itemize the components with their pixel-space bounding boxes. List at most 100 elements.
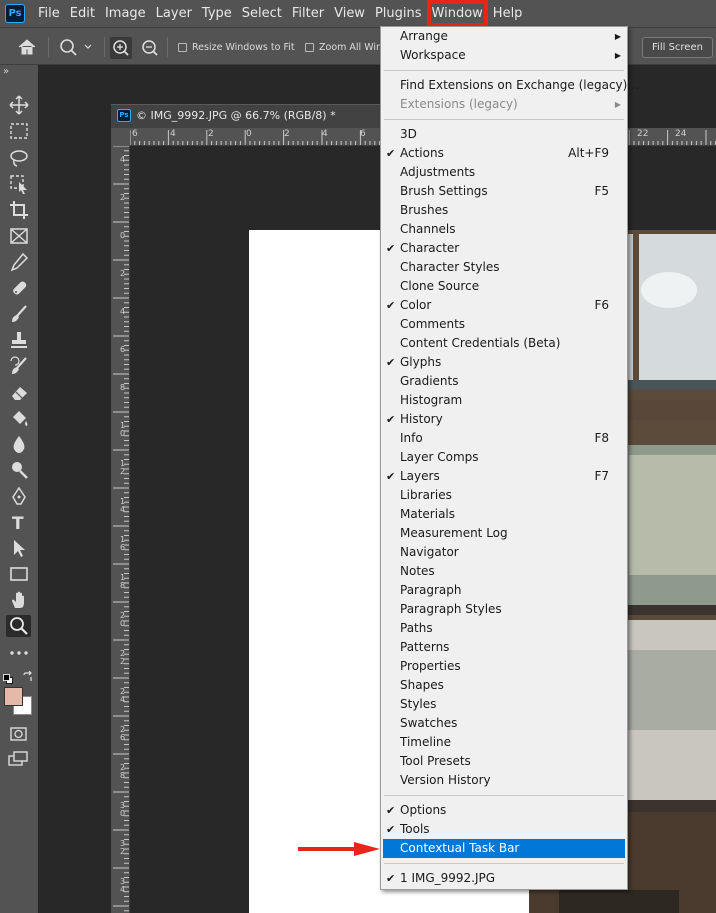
ruler-label: 3 0	[120, 801, 126, 818]
more-tool-icon[interactable]	[6, 642, 31, 664]
swap-colors-icon[interactable]	[22, 668, 34, 681]
menu-item-label: Options	[400, 803, 447, 817]
menu-item-layer-comps[interactable]: Layer Comps	[381, 448, 627, 467]
vertical-ruler[interactable]: 4 2 0 2 4 6 8 1 0 1 2 1 4 1 6 1 8 2 0 2 2 2 4 2 6 2 8 3 0…	[111, 146, 130, 913]
screen-mode-icon[interactable]	[7, 750, 31, 768]
menu-item-label: Channels	[400, 222, 456, 236]
menu-select[interactable]: Select	[237, 0, 287, 27]
menu-item-timeline[interactable]: Timeline	[381, 733, 627, 752]
menu-item-character-styles[interactable]: Character Styles	[381, 258, 627, 277]
menu-type[interactable]: Type	[197, 0, 237, 27]
paint-bucket-tool-icon[interactable]	[6, 407, 31, 429]
menu-item-color[interactable]: ✔ Color F6	[381, 296, 627, 315]
menu-item-contextual-task-bar[interactable]: Contextual Task Bar	[383, 839, 625, 858]
menu-item-comments[interactable]: Comments	[381, 315, 627, 334]
menu-help[interactable]: Help	[488, 0, 528, 27]
type-tool-icon[interactable]: T	[6, 511, 31, 533]
menu-view[interactable]: View	[329, 0, 370, 27]
menu-item-version-history[interactable]: Version History	[381, 771, 627, 790]
menu-item-tool-presets[interactable]: Tool Presets	[381, 752, 627, 771]
menu-image[interactable]: Image	[100, 0, 151, 27]
menu-item-styles[interactable]: Styles	[381, 695, 627, 714]
healing-brush-tool-icon[interactable]	[6, 277, 31, 299]
menu-item-properties[interactable]: Properties	[381, 657, 627, 676]
menu-item-layers[interactable]: ✔ Layers F7	[381, 467, 627, 486]
pen-tool-icon[interactable]	[6, 485, 31, 507]
svg-text:T: T	[12, 514, 24, 533]
menu-item-glyphs[interactable]: ✔ Glyphs	[381, 353, 627, 372]
menu-item-shapes[interactable]: Shapes	[381, 676, 627, 695]
menu-item-options[interactable]: ✔ Options	[381, 801, 627, 820]
menu-item-1-img-9992-jpg[interactable]: ✔ 1 IMG_9992.JPG	[381, 869, 627, 888]
menu-item-notes[interactable]: Notes	[381, 562, 627, 581]
path-selection-tool-icon[interactable]	[6, 537, 31, 559]
fill-screen-button[interactable]: Fill Screen	[642, 37, 713, 58]
home-icon[interactable]	[16, 37, 38, 57]
lasso-tool-icon[interactable]	[6, 147, 31, 169]
resize-windows-checkbox[interactable]	[178, 43, 187, 52]
photoshop-window: Ps File Edit Image Layer Type Select Filter Vie…	[0, 0, 716, 913]
menu-item-arrange[interactable]: Arrange ▶	[381, 27, 627, 46]
marquee-tool-icon[interactable]	[6, 120, 31, 142]
document-tab[interactable]: Ps © IMG_9992.JPG @ 66.7% (RGB/8) *	[111, 104, 411, 128]
menu-item-brushes[interactable]: Brushes	[381, 201, 627, 220]
menu-plugins[interactable]: Plugins	[370, 0, 427, 27]
quick-mask-icon[interactable]	[8, 725, 30, 743]
menu-item-gradients[interactable]: Gradients	[381, 372, 627, 391]
menu-item-history[interactable]: ✔ History	[381, 410, 627, 429]
menu-window[interactable]: Window	[426, 0, 488, 27]
zoom-tool-icon[interactable]	[6, 615, 31, 637]
menu-item-shortcut: F6	[594, 298, 609, 312]
menu-item-paragraph[interactable]: Paragraph	[381, 581, 627, 600]
eraser-tool-icon[interactable]	[6, 381, 31, 403]
clone-stamp-tool-icon[interactable]	[6, 329, 31, 351]
menu-item-3d[interactable]: 3D	[381, 125, 627, 144]
zoom-in-button[interactable]	[110, 37, 132, 59]
menu-item-tools[interactable]: ✔ Tools	[381, 820, 627, 839]
menu-item-channels[interactable]: Channels	[381, 220, 627, 239]
menu-item-label: Actions	[400, 146, 444, 160]
checkmark-icon: ✔	[386, 872, 396, 885]
object-selection-tool-icon[interactable]	[6, 173, 31, 195]
menu-item-libraries[interactable]: Libraries	[381, 486, 627, 505]
crop-tool-icon[interactable]	[6, 199, 31, 221]
menu-item-paths[interactable]: Paths	[381, 619, 627, 638]
menu-filter[interactable]: Filter	[287, 0, 329, 27]
menu-item-character[interactable]: ✔ Character	[381, 239, 627, 258]
rectangle-tool-icon[interactable]	[6, 563, 31, 585]
menu-item-paragraph-styles[interactable]: Paragraph Styles	[381, 600, 627, 619]
blur-tool-icon[interactable]	[6, 433, 31, 455]
menu-edit[interactable]: Edit	[65, 0, 100, 27]
hand-tool-icon[interactable]	[6, 589, 31, 611]
menu-item-adjustments[interactable]: Adjustments	[381, 163, 627, 182]
frame-tool-icon[interactable]	[6, 225, 31, 247]
menu-item-measurement-log[interactable]: Measurement Log	[381, 524, 627, 543]
dodge-tool-icon[interactable]	[6, 459, 31, 481]
default-colors-icon[interactable]	[3, 669, 13, 684]
options-divider	[48, 37, 49, 57]
history-brush-tool-icon[interactable]	[6, 355, 31, 377]
menu-item-workspace[interactable]: Workspace ▶	[381, 46, 627, 65]
menu-item-clone-source[interactable]: Clone Source	[381, 277, 627, 296]
menu-item-patterns[interactable]: Patterns	[381, 638, 627, 657]
foreground-color-swatch[interactable]	[4, 687, 23, 706]
menu-item-swatches[interactable]: Swatches	[381, 714, 627, 733]
menu-item-find-extensions-on-exchange-legacy[interactable]: Find Extensions on Exchange (legacy)...	[381, 76, 639, 95]
menu-item-actions[interactable]: ✔ Actions Alt+F9	[381, 144, 627, 163]
menu-file[interactable]: File	[33, 0, 65, 27]
menu-item-info[interactable]: Info F8	[381, 429, 627, 448]
menu-item-brush-settings[interactable]: Brush Settings F5	[381, 182, 627, 201]
zoom-tool-preset-icon[interactable]	[58, 37, 96, 57]
menu-layer[interactable]: Layer	[151, 0, 197, 27]
menu-item-navigator[interactable]: Navigator	[381, 543, 627, 562]
menu-item-histogram[interactable]: Histogram	[381, 391, 627, 410]
zoom-all-windows-checkbox[interactable]	[305, 43, 314, 52]
collapse-toolbar-icon[interactable]: »	[3, 66, 9, 77]
brush-tool-icon[interactable]	[6, 303, 31, 325]
menu-item-materials[interactable]: Materials	[381, 505, 627, 524]
menu-item-content-credentials-beta[interactable]: Content Credentials (Beta)	[381, 334, 627, 353]
move-tool-icon[interactable]	[6, 94, 31, 116]
zoom-out-button[interactable]	[139, 37, 161, 59]
eyedropper-tool-icon[interactable]	[6, 251, 31, 273]
menu-item-label: Content Credentials (Beta)	[400, 336, 561, 350]
